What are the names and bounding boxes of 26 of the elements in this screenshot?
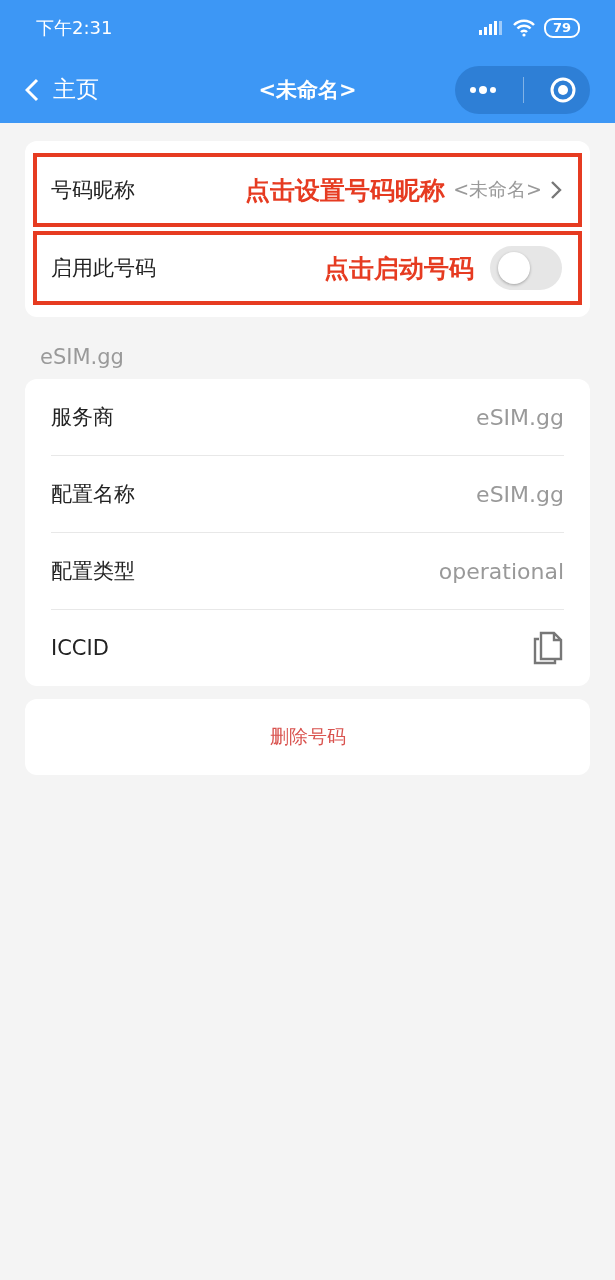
detail-label: 配置名称: [51, 481, 135, 508]
signal-icon: [477, 20, 504, 36]
more-icon[interactable]: [467, 84, 498, 95]
battery-indicator: 79: [543, 18, 580, 38]
back-button[interactable]: 主页: [25, 74, 99, 105]
back-icon: [25, 77, 39, 102]
toggle-switch[interactable]: [490, 246, 562, 290]
detail-label: 服务商: [51, 404, 114, 431]
nickname-value[interactable]: <未命名>: [453, 177, 542, 203]
delete-button[interactable]: 删除号码: [25, 699, 590, 775]
detail-label: ICCID: [51, 636, 109, 660]
detail-value: eSIM.gg: [476, 481, 564, 507]
setting-label: 号码昵称: [51, 177, 135, 204]
status-time: 下午2:31: [36, 16, 113, 40]
copy-icon[interactable]: [532, 631, 564, 665]
annotation-text: 点击启动号码: [324, 252, 474, 285]
close-icon[interactable]: [549, 75, 578, 104]
section-title: eSIM.gg: [39, 344, 125, 371]
detail-value: eSIM.gg: [476, 404, 564, 430]
wifi-icon: [511, 19, 536, 37]
detail-value: operational: [438, 558, 564, 584]
chevron-icon: [550, 180, 562, 200]
setting-label: 启用此号码: [51, 255, 156, 282]
page-title: <未命名>: [258, 76, 357, 104]
detail-label: 配置类型: [51, 558, 135, 585]
annotation-text: 点击设置号码昵称: [245, 174, 446, 207]
